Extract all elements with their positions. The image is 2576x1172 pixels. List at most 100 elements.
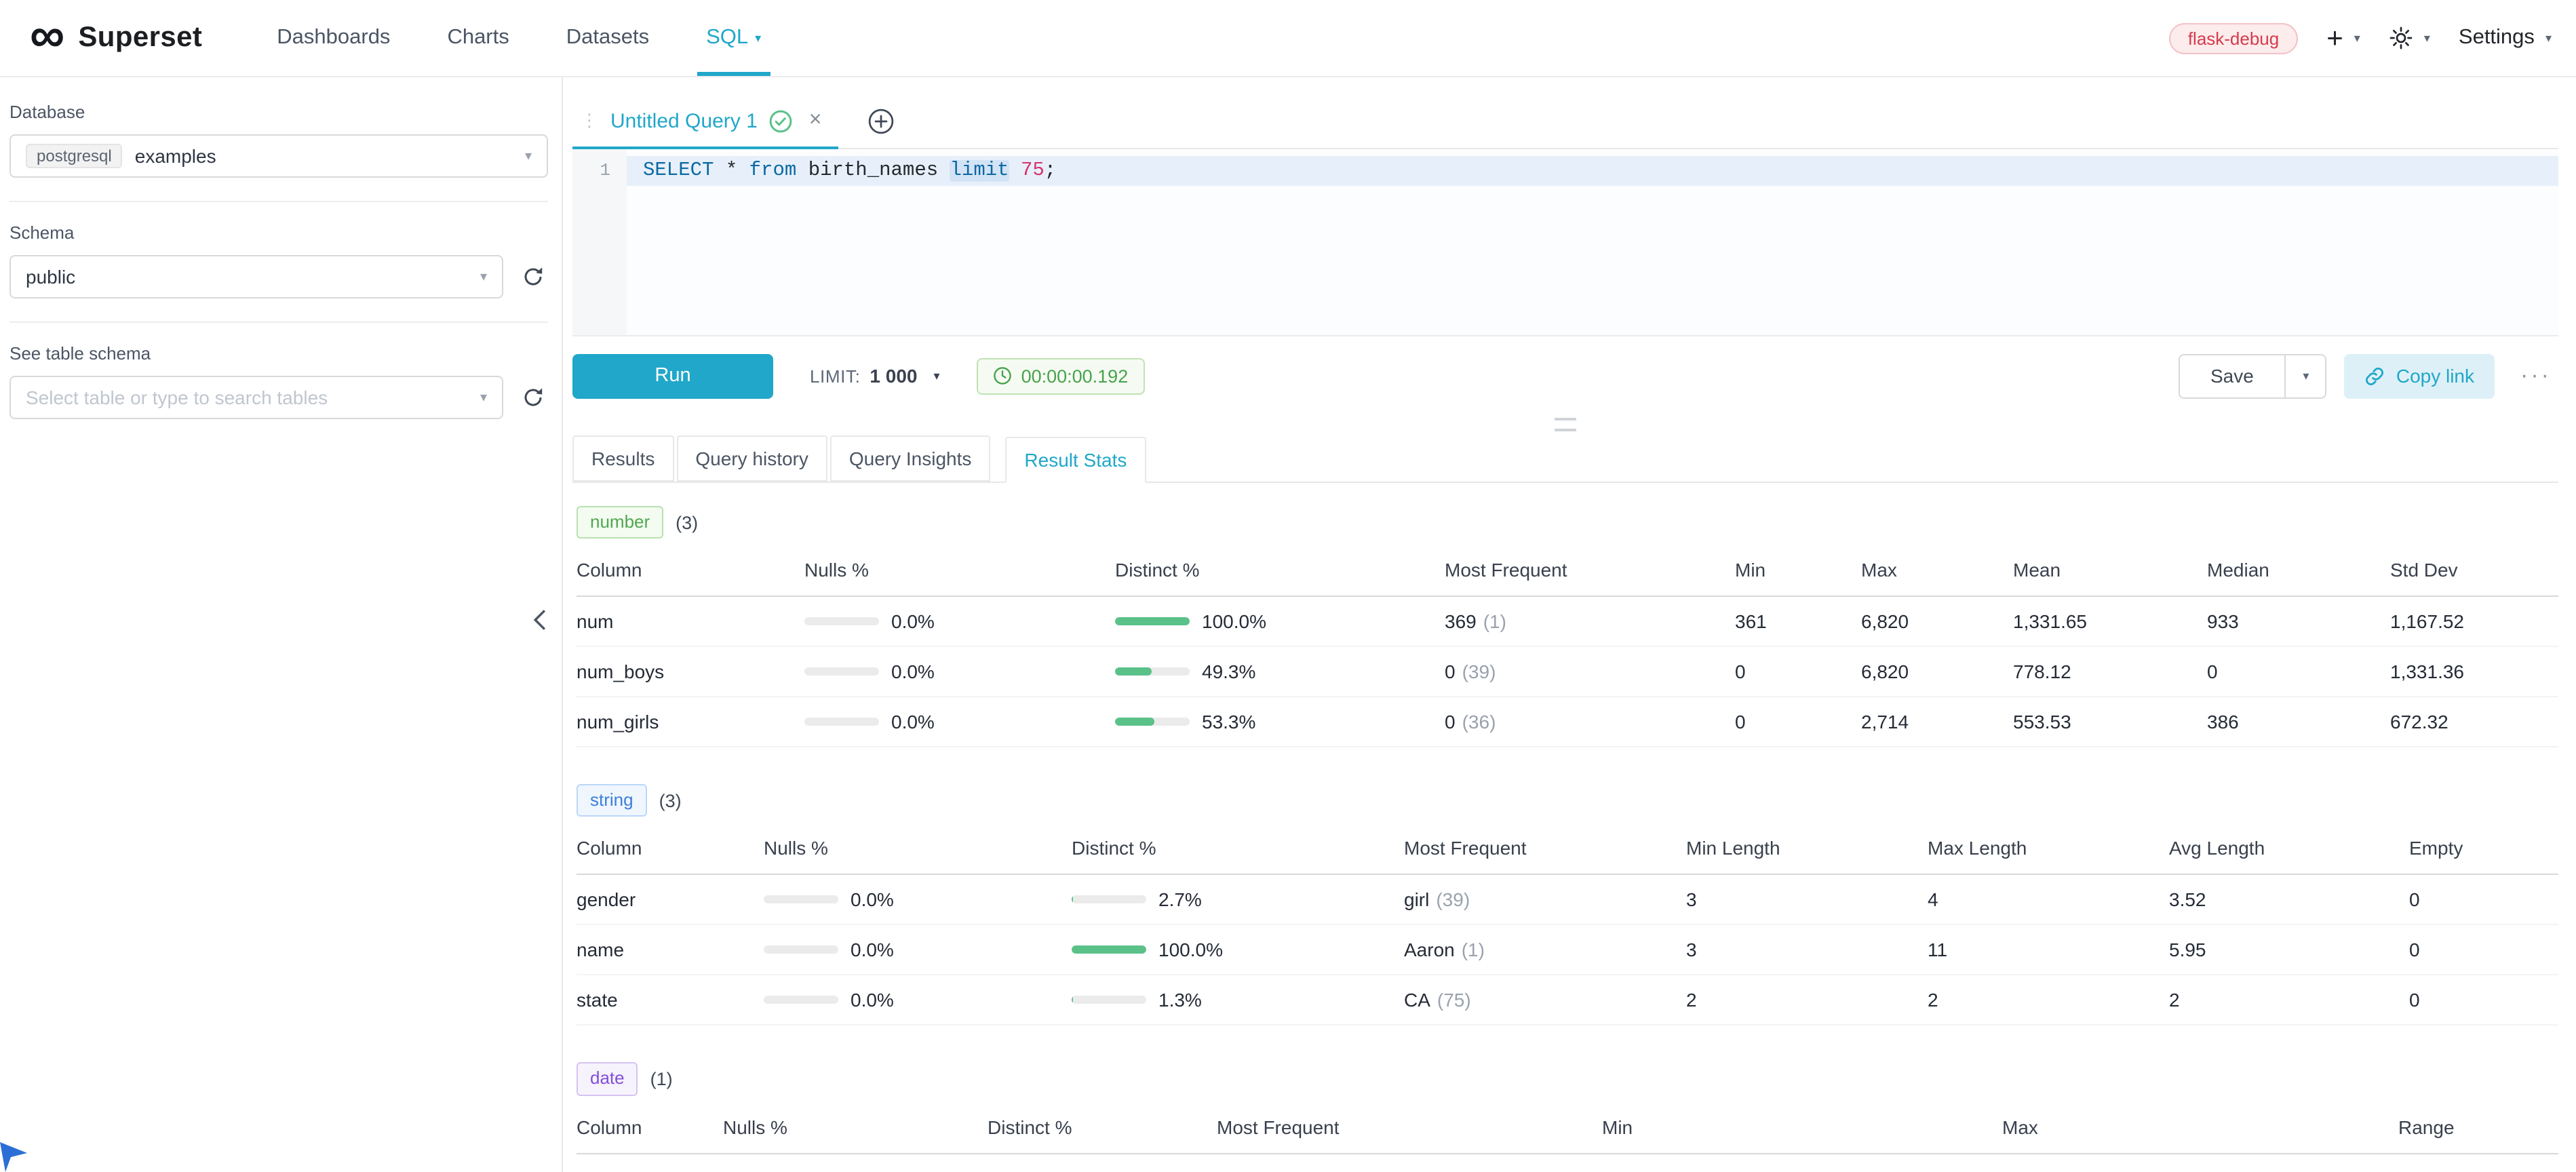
theme-toggle-button[interactable]: ▾ <box>2389 26 2430 50</box>
column-count: (1) <box>650 1069 673 1089</box>
distinct-bar <box>1115 718 1190 726</box>
drag-handle-icon: ⋮ <box>581 110 598 132</box>
type-badge-string: string <box>577 784 647 817</box>
table-row: state 0.0% 1.3% CA(75) 2 2 2 0 <box>577 976 2558 1026</box>
tab-query-insights[interactable]: Query Insights <box>830 435 991 482</box>
query-timer-badge: 00:00:00.192 <box>977 357 1145 394</box>
type-badge-number: number <box>577 506 663 539</box>
sql-token: 75 <box>1021 160 1045 182</box>
distinct-bar <box>1072 996 1146 1004</box>
table-header-row: Column Nulls % Distinct % Most Frequent … <box>577 559 2558 597</box>
tab-results[interactable]: Results <box>572 435 674 482</box>
close-tab-icon[interactable]: × <box>809 109 822 133</box>
database-select[interactable]: postgresql examples ▾ <box>9 134 548 178</box>
chevron-down-icon: ▾ <box>934 370 940 382</box>
nulls-bar <box>764 996 838 1004</box>
stats-table-number: Column Nulls % Distinct % Most Frequent … <box>577 559 2558 747</box>
refresh-tables-button[interactable] <box>518 387 548 408</box>
column-count: (3) <box>659 791 682 811</box>
sql-lab-sidebar: Database postgresql examples ▾ Schema pu… <box>0 77 563 1172</box>
code-text: SELECT * from birth_names limit 75; <box>627 156 2558 186</box>
table-row: name 0.0% 100.0% Aaron(1) 3 11 5.95 0 <box>577 926 2558 976</box>
code-line: 1 SELECT * from birth_names limit 75; <box>572 156 2558 186</box>
table-row: num_boys 0.0% 49.3% 0(39) 0 6,820 778.12… <box>577 647 2558 697</box>
stats-table-date: Column Nulls % Distinct % Most Frequent … <box>577 1116 2558 1172</box>
navbar-right: flask-debug + ▾ ▾ Settings ▾ <box>2169 22 2552 54</box>
plus-icon: + <box>2326 24 2343 52</box>
timer-value: 00:00:00.192 <box>1021 366 1129 386</box>
brand-title[interactable]: Superset <box>78 22 202 54</box>
save-button[interactable]: Save <box>2178 353 2286 398</box>
app-body: Database postgresql examples ▾ Schema pu… <box>0 77 2576 1172</box>
nav-item-sql[interactable]: SQL ▾ <box>678 0 789 76</box>
sql-token: limit <box>950 160 1009 182</box>
sun-icon <box>2389 26 2413 50</box>
settings-menu[interactable]: Settings ▾ <box>2459 26 2552 50</box>
nav-item-sql-label: SQL <box>706 26 748 50</box>
table-row: num 0.0% 100.0% 369(1) 361 6,820 1,331.6… <box>577 597 2558 647</box>
stats-table-string: Column Nulls % Distinct % Most Frequent … <box>577 838 2558 1026</box>
pane-resize-handle[interactable] <box>1555 418 1576 431</box>
limit-value: 1 000 <box>870 365 917 387</box>
nulls-bar <box>764 946 838 954</box>
chevron-down-icon: ▾ <box>480 390 487 405</box>
table-row: num_girls 0.0% 53.3% 0(36) 0 2,714 553.5… <box>577 697 2558 747</box>
query-tab-bar: ⋮ Untitled Query 1 × <box>572 94 2558 149</box>
sql-token: birth_names <box>808 160 938 182</box>
sql-token: from <box>749 160 797 182</box>
sidebar-collapse-button[interactable] <box>524 600 556 640</box>
nav-item-charts[interactable]: Charts <box>418 0 537 76</box>
database-row: postgresql examples ▾ <box>9 134 548 178</box>
query-tab[interactable]: ⋮ Untitled Query 1 × <box>572 94 838 148</box>
superset-logo-icon[interactable]: ∞ <box>30 11 64 60</box>
editor-toolbar: Run LIMIT: 1 000 ▾ 00:00:00.192 Save <box>572 336 2558 415</box>
database-backend-tag: postgresql <box>26 144 123 168</box>
sql-token: * <box>726 160 737 182</box>
table-header-row: Column Nulls % Distinct % Most Frequent … <box>577 838 2558 876</box>
more-actions-button[interactable]: ··· <box>2514 362 2558 389</box>
schema-select-value: public <box>26 266 75 288</box>
refresh-schemas-button[interactable] <box>518 266 548 288</box>
chevron-down-icon: ▾ <box>2424 32 2430 44</box>
nav-item-dashboards[interactable]: Dashboards <box>248 0 418 76</box>
table-row: gender 0.0% 2.7% girl(39) 3 4 3.52 0 <box>577 876 2558 926</box>
check-circle-icon <box>770 109 793 132</box>
run-button[interactable]: Run <box>572 353 773 398</box>
nulls-bar <box>804 617 879 625</box>
clock-icon <box>993 366 1012 385</box>
section-header: string (3) <box>577 784 2558 817</box>
sql-lab-page: ∞ Superset Dashboards Charts Datasets SQ… <box>0 0 2576 1172</box>
add-query-tab-button[interactable] <box>867 108 893 134</box>
database-select-value: examples <box>135 145 216 167</box>
nulls-bar <box>804 667 879 676</box>
tab-query-history[interactable]: Query history <box>676 435 827 482</box>
navbar-left: ∞ Superset Dashboards Charts Datasets SQ… <box>30 0 789 76</box>
limit-label: LIMIT: <box>810 366 860 386</box>
tab-result-stats[interactable]: Result Stats <box>1005 437 1146 483</box>
results-tab-bar: Results Query history Query Insights Res… <box>572 435 2558 483</box>
schema-select[interactable]: public ▾ <box>9 255 503 298</box>
sql-code-editor[interactable]: 1 SELECT * from birth_names limit 75; <box>572 149 2558 336</box>
table-select[interactable]: Select table or type to search tables ▾ <box>9 376 503 419</box>
stats-section-string: string (3) Column Nulls % Distinct % Mos… <box>577 784 2558 1026</box>
line-number: 1 <box>572 156 627 186</box>
nav-item-datasets[interactable]: Datasets <box>538 0 678 76</box>
copy-link-label: Copy link <box>2396 365 2474 387</box>
distinct-bar <box>1115 667 1190 676</box>
limit-dropdown[interactable]: LIMIT: 1 000 ▾ <box>810 365 940 387</box>
result-stats-panel: number (3) Column Nulls % Distinct % Mos… <box>572 483 2558 1172</box>
stats-section-number: number (3) Column Nulls % Distinct % Mos… <box>577 506 2558 747</box>
section-header: date (1) <box>577 1063 2558 1095</box>
copy-link-button[interactable]: Copy link <box>2345 353 2495 398</box>
distinct-bar <box>1072 896 1146 904</box>
database-label: Database <box>9 102 548 122</box>
save-split-button: Save ▾ <box>2178 353 2327 398</box>
refresh-icon <box>522 387 544 408</box>
save-options-button[interactable]: ▾ <box>2286 353 2327 398</box>
schema-label: Schema <box>9 222 548 243</box>
sql-editor-panel: ⋮ Untitled Query 1 × <box>563 77 2576 1172</box>
new-item-button[interactable]: + ▾ <box>2326 24 2360 52</box>
refresh-icon <box>522 266 544 288</box>
environment-tag: flask-debug <box>2169 22 2298 54</box>
chevron-down-icon: ▾ <box>525 149 532 163</box>
